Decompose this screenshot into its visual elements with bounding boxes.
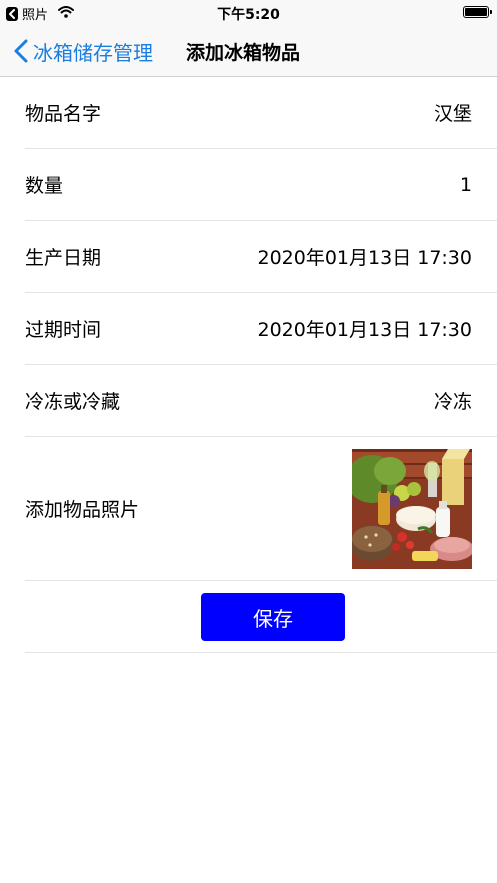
save-button[interactable]: 保存 <box>201 593 345 641</box>
nav-back-button[interactable]: 冰箱储存管理 <box>14 26 153 76</box>
storage-mode-label: 冷冻或冷藏 <box>25 391 121 413</box>
save-row: 保存 <box>25 581 497 653</box>
production-date-row[interactable]: 生产日期 2020年01月13日 17:30 <box>25 221 497 293</box>
item-photo-label: 添加物品照片 <box>25 499 140 521</box>
chevron-left-icon <box>14 39 28 63</box>
production-date-value[interactable]: 2020年01月13日 17:30 <box>257 221 472 292</box>
status-bar: 照片 下午5:20 <box>0 0 497 26</box>
navigation-bar: 冰箱储存管理 添加冰箱物品 <box>0 26 497 77</box>
nav-back-label: 冰箱储存管理 <box>33 40 153 65</box>
item-name-row[interactable]: 物品名字 汉堡 <box>25 77 497 149</box>
add-item-form: 物品名字 汉堡 数量 1 生产日期 2020年01月13日 17:30 过期时间… <box>0 77 497 653</box>
expiry-date-row[interactable]: 过期时间 2020年01月13日 17:30 <box>25 293 497 365</box>
item-name-label: 物品名字 <box>25 103 102 125</box>
item-name-value[interactable]: 汉堡 <box>434 77 472 148</box>
food-photo-image <box>352 449 472 569</box>
battery-icon <box>463 6 492 18</box>
quantity-value[interactable]: 1 <box>460 149 472 220</box>
expiry-date-label: 过期时间 <box>25 319 102 341</box>
expiry-date-value[interactable]: 2020年01月13日 17:30 <box>257 293 472 364</box>
quantity-row[interactable]: 数量 1 <box>25 149 497 221</box>
production-date-label: 生产日期 <box>25 247 102 269</box>
item-photo-row[interactable]: 添加物品照片 <box>25 437 497 581</box>
page-title: 添加冰箱物品 <box>186 41 301 64</box>
storage-mode-value[interactable]: 冷冻 <box>434 365 472 436</box>
storage-mode-row[interactable]: 冷冻或冷藏 冷冻 <box>25 365 497 437</box>
quantity-label: 数量 <box>25 175 64 197</box>
item-photo-thumbnail[interactable] <box>352 449 472 569</box>
status-time: 下午5:20 <box>217 7 280 23</box>
